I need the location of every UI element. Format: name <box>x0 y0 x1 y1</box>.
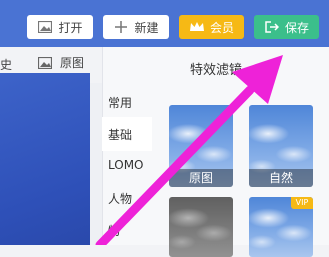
pointer-arrow-annotation <box>95 55 283 245</box>
